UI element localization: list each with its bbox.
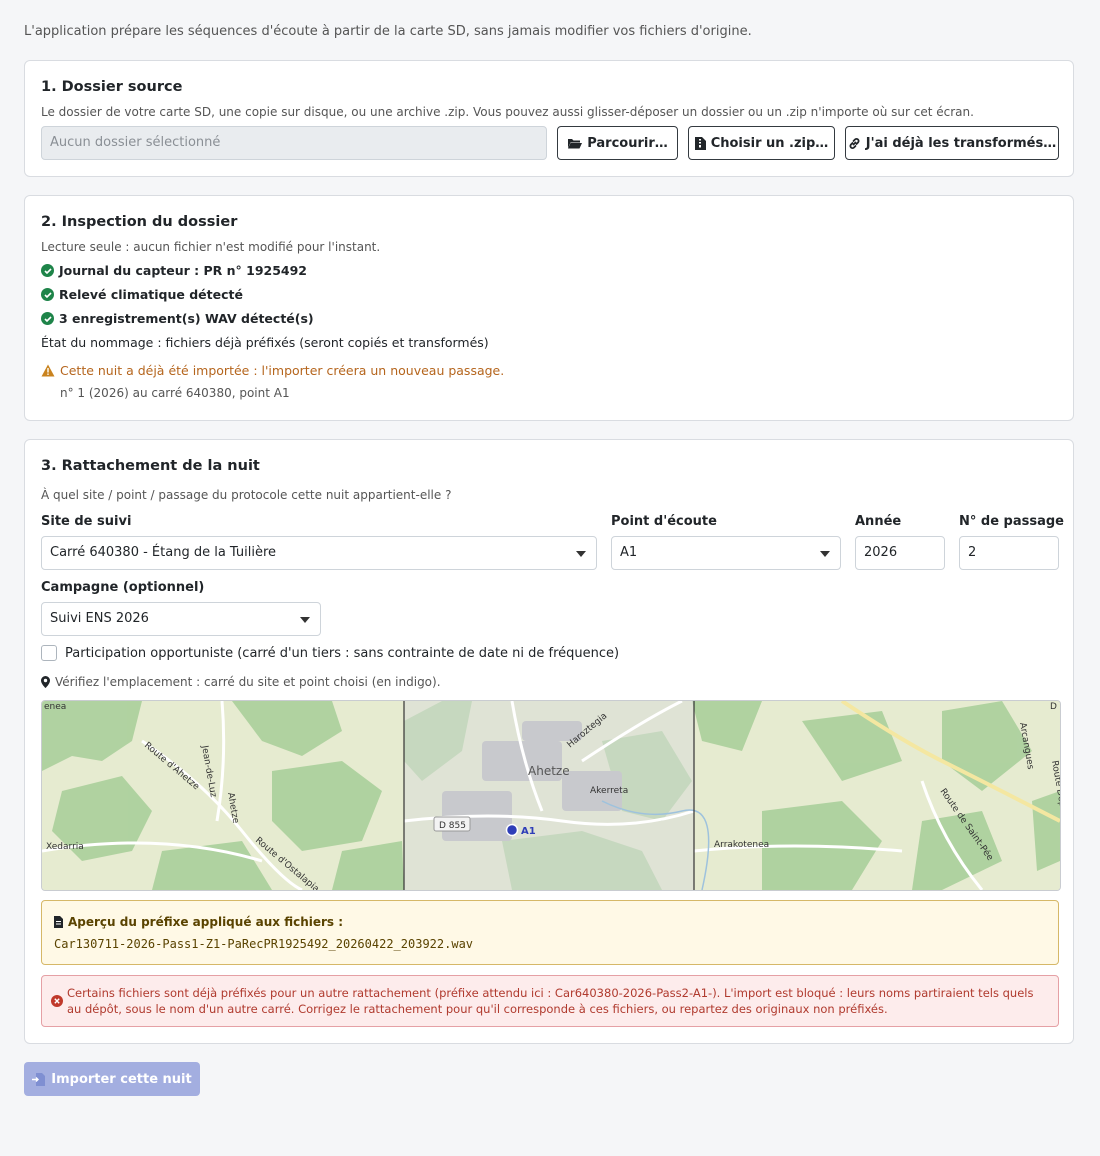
- passage-input[interactable]: 2: [959, 536, 1059, 570]
- already-transformed-button[interactable]: J'ai déjà les transformés…: [845, 126, 1059, 160]
- browse-label: Parcourir…: [587, 135, 668, 151]
- import-page: L'application prépare les séquences d'éc…: [0, 0, 1100, 1156]
- import-night-button[interactable]: Importer cette nuit: [24, 1062, 200, 1096]
- campaign-value: Suivi ENS 2026: [50, 611, 149, 626]
- inspection-help: Lecture seule : aucun fichier n'est modi…: [41, 240, 381, 254]
- map-label-enea: enea: [44, 702, 66, 712]
- chevron-down-icon: [820, 551, 830, 557]
- error-circle-icon: [51, 995, 63, 1007]
- map-hint: Vérifiez l'emplacement : carré du site e…: [41, 675, 441, 689]
- point-select[interactable]: A1: [611, 536, 841, 570]
- import-file-icon: [32, 1072, 46, 1086]
- check-circle-icon: [41, 288, 54, 301]
- folder-open-icon: [568, 139, 583, 149]
- warning-icon: [41, 364, 55, 377]
- campaign-label: Campagne (optionnel): [41, 580, 205, 595]
- inspection-title: 2. Inspection du dossier: [41, 214, 238, 230]
- chevron-down-icon: [576, 551, 586, 557]
- check-label: Relevé climatique détecté: [59, 287, 243, 302]
- check-climate: Relevé climatique détecté: [41, 287, 243, 302]
- prefix-preview-value: Car130711-2026-Pass1-Z1-PaRecPR1925492_2…: [54, 937, 474, 951]
- already-transformed-label: J'ai déjà les transformés…: [865, 135, 1057, 151]
- prefix-error-text: Certains fichiers sont déjà préfixés pou…: [67, 986, 1034, 1016]
- choose-zip-button[interactable]: Choisir un .zip…: [688, 126, 835, 160]
- import-night-label: Importer cette nuit: [51, 1071, 192, 1087]
- point-label: Point d'écoute: [611, 514, 717, 529]
- map-label-xedarria: Xedarria: [46, 842, 84, 852]
- chevron-down-icon: [300, 617, 310, 623]
- site-value: Carré 640380 - Étang de la Tuilière: [50, 545, 277, 560]
- location-map[interactable]: enea Jean-de-Luz Route d'Ahetze Ahetze X…: [41, 700, 1061, 891]
- naming-state: État du nommage : fichiers déjà préfixés…: [41, 335, 489, 350]
- site-select[interactable]: Carré 640380 - Étang de la Tuilière: [41, 536, 597, 570]
- site-label: Site de suivi: [41, 514, 132, 529]
- check-wav: 3 enregistrement(s) WAV détecté(s): [41, 311, 314, 326]
- prefix-preview-title: Aperçu du préfixe appliqué aux fichiers …: [68, 915, 344, 929]
- source-card: 1. Dossier source Le dossier de votre ca…: [24, 60, 1074, 177]
- check-label: 3 enregistrement(s) WAV détecté(s): [59, 311, 314, 326]
- map-label-point: A1: [521, 826, 536, 837]
- opportunist-checkbox[interactable]: [41, 645, 57, 661]
- opportunist-label[interactable]: Participation opportuniste (carré d'un t…: [65, 646, 619, 661]
- year-input[interactable]: 2026: [855, 536, 945, 570]
- check-circle-icon: [41, 264, 54, 277]
- prefix-preview: Aperçu du préfixe appliqué aux fichiers …: [41, 900, 1059, 965]
- attachment-help: À quel site / point / passage du protoco…: [41, 488, 452, 502]
- already-imported-warning: Cette nuit a déjà été importée : l'impor…: [41, 363, 504, 378]
- point-value: A1: [620, 545, 638, 560]
- file-icon: [54, 916, 63, 928]
- check-sensor-log: Journal du capteur : PR n° 1925492: [41, 263, 307, 278]
- check-circle-icon: [41, 312, 54, 325]
- zip-file-icon: [694, 136, 706, 150]
- map-label-arrakotenea: Arrakotenea: [714, 840, 769, 850]
- map-pin-icon: [41, 676, 50, 688]
- inspection-card: 2. Inspection du dossier Lecture seule :…: [24, 195, 1074, 421]
- map-label-d855: D 855: [439, 821, 466, 831]
- browse-button[interactable]: Parcourir…: [557, 126, 678, 160]
- passage-label: N° de passage: [959, 514, 1065, 529]
- campaign-select[interactable]: Suivi ENS 2026: [41, 602, 321, 636]
- source-title: 1. Dossier source: [41, 79, 183, 95]
- link-icon: [849, 137, 860, 149]
- year-label: Année: [855, 514, 902, 529]
- check-label: Journal du capteur : PR n° 1925492: [59, 263, 308, 278]
- map-label-d: D: [1050, 702, 1057, 712]
- attachment-card: 3. Rattachement de la nuit À quel site /…: [24, 439, 1074, 1044]
- choose-zip-label: Choisir un .zip…: [710, 135, 829, 151]
- map-label-akerreta: Akerreta: [590, 786, 628, 796]
- listening-point-marker: [505, 823, 519, 837]
- source-path-input[interactable]: Aucun dossier sélectionné: [41, 126, 547, 160]
- warning-text: Cette nuit a déjà été importée : l'impor…: [60, 363, 505, 378]
- prefix-preview-title-row: Aperçu du préfixe appliqué aux fichiers …: [54, 915, 343, 929]
- intro-text: L'application prépare les séquences d'éc…: [24, 24, 752, 39]
- source-help: Le dossier de votre carte SD, une copie …: [41, 105, 974, 119]
- prefix-error: Certains fichiers sont déjà préfixés pou…: [41, 975, 1059, 1027]
- map-tiles: enea Jean-de-Luz Route d'Ahetze Ahetze X…: [42, 701, 1060, 890]
- warning-detail: n° 1 (2026) au carré 640380, point A1: [60, 386, 290, 400]
- map-label-ahetze: Ahetze: [528, 764, 570, 778]
- attachment-title: 3. Rattachement de la nuit: [41, 458, 260, 474]
- map-hint-text: Vérifiez l'emplacement : carré du site e…: [55, 675, 441, 689]
